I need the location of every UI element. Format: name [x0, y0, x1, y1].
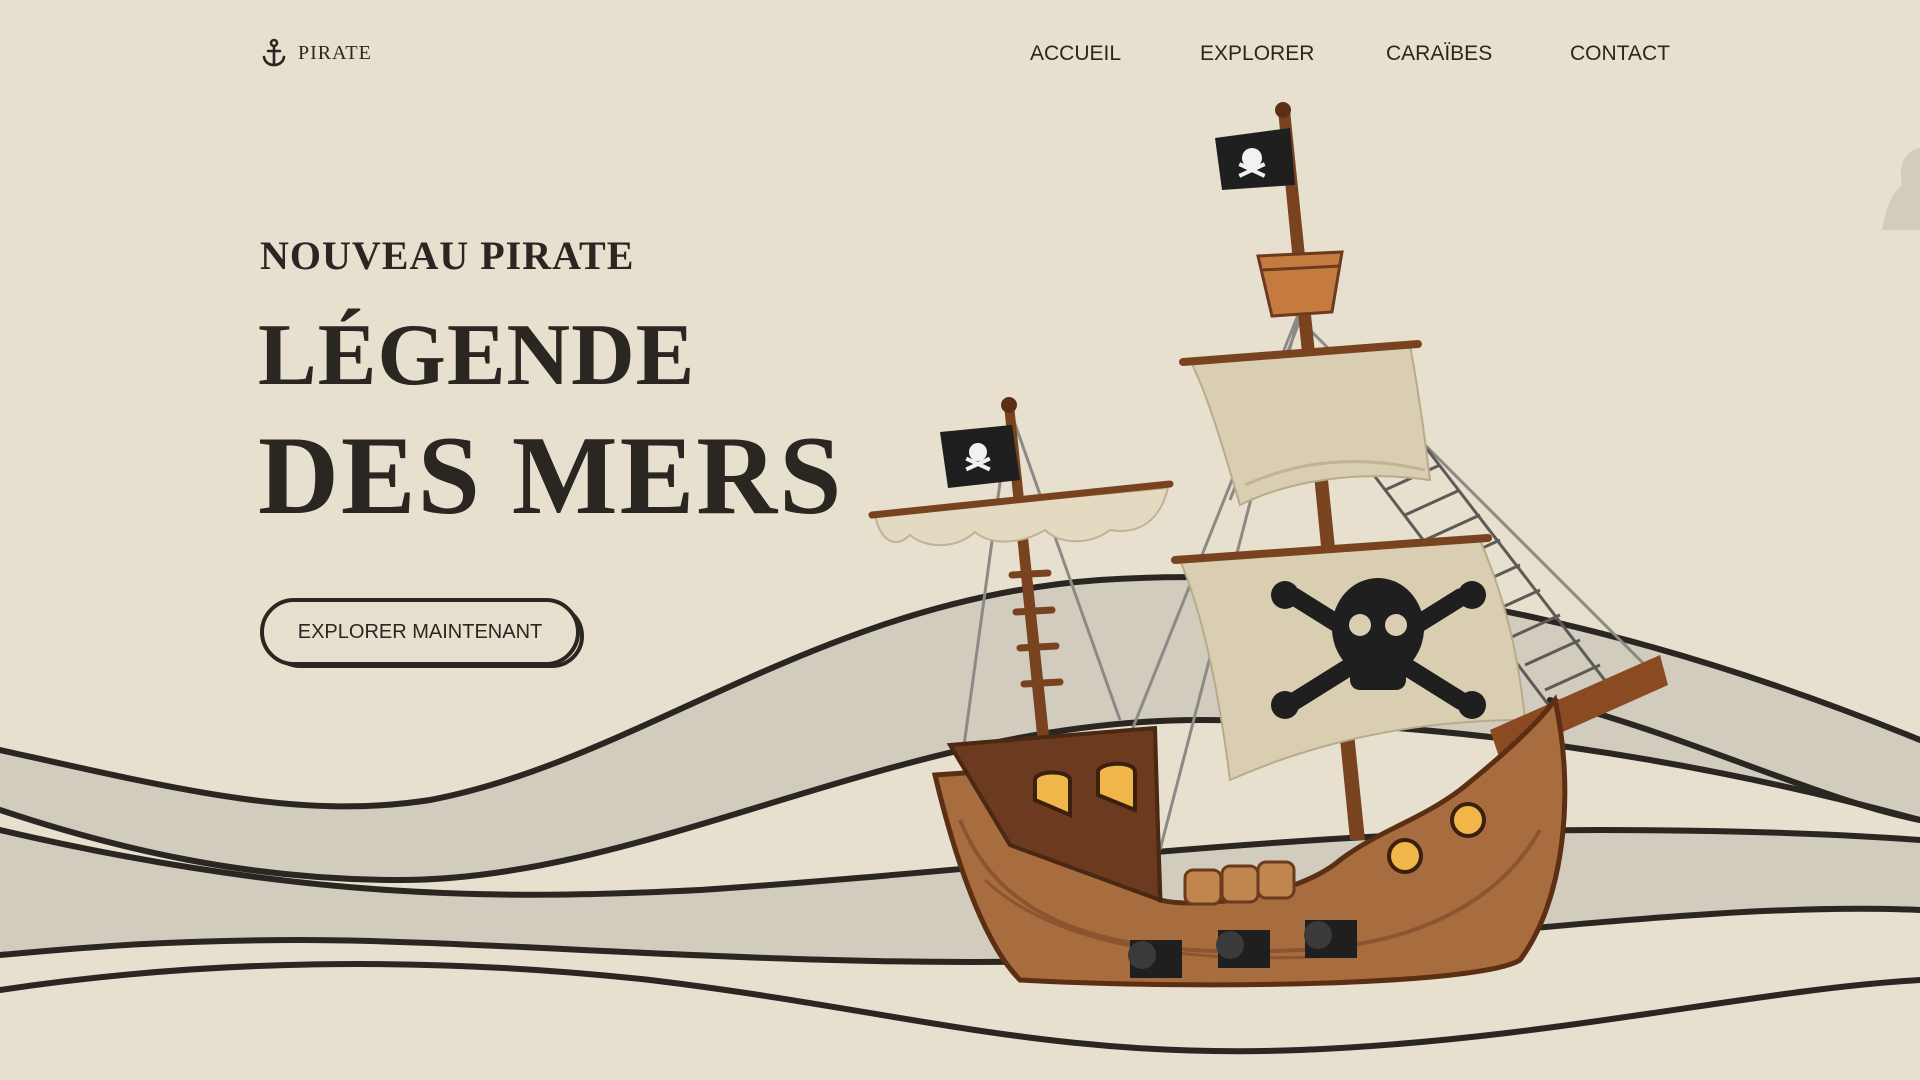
upper-sail — [1188, 343, 1432, 507]
pirate-ship-illustration — [868, 102, 1668, 988]
crows-nest — [1256, 250, 1344, 318]
nav-contact[interactable]: CONTACT — [1570, 42, 1670, 66]
barrels — [1183, 860, 1296, 906]
nav-caraibes[interactable]: CARAÏBES — [1386, 42, 1492, 66]
logo[interactable]: PIRATE — [260, 38, 372, 68]
explore-now-button[interactable]: EXPLORER MAINTENANT — [260, 598, 580, 666]
hero-title-line2: DES MERS — [258, 414, 844, 538]
hero-title-line1: LÉGENDE — [258, 307, 696, 404]
anchor-icon — [262, 38, 286, 67]
landing-page: PIRATE ACCUEIL EXPLORER CARAÏBES CONTACT… — [0, 0, 1920, 1080]
logo-text: PIRATE — [298, 41, 372, 64]
nav-explorer[interactable]: EXPLORER — [1200, 42, 1314, 66]
hero-kicker: NOUVEAU PIRATE — [260, 233, 635, 278]
nav-accueil[interactable]: ACCUEIL — [1030, 42, 1121, 66]
